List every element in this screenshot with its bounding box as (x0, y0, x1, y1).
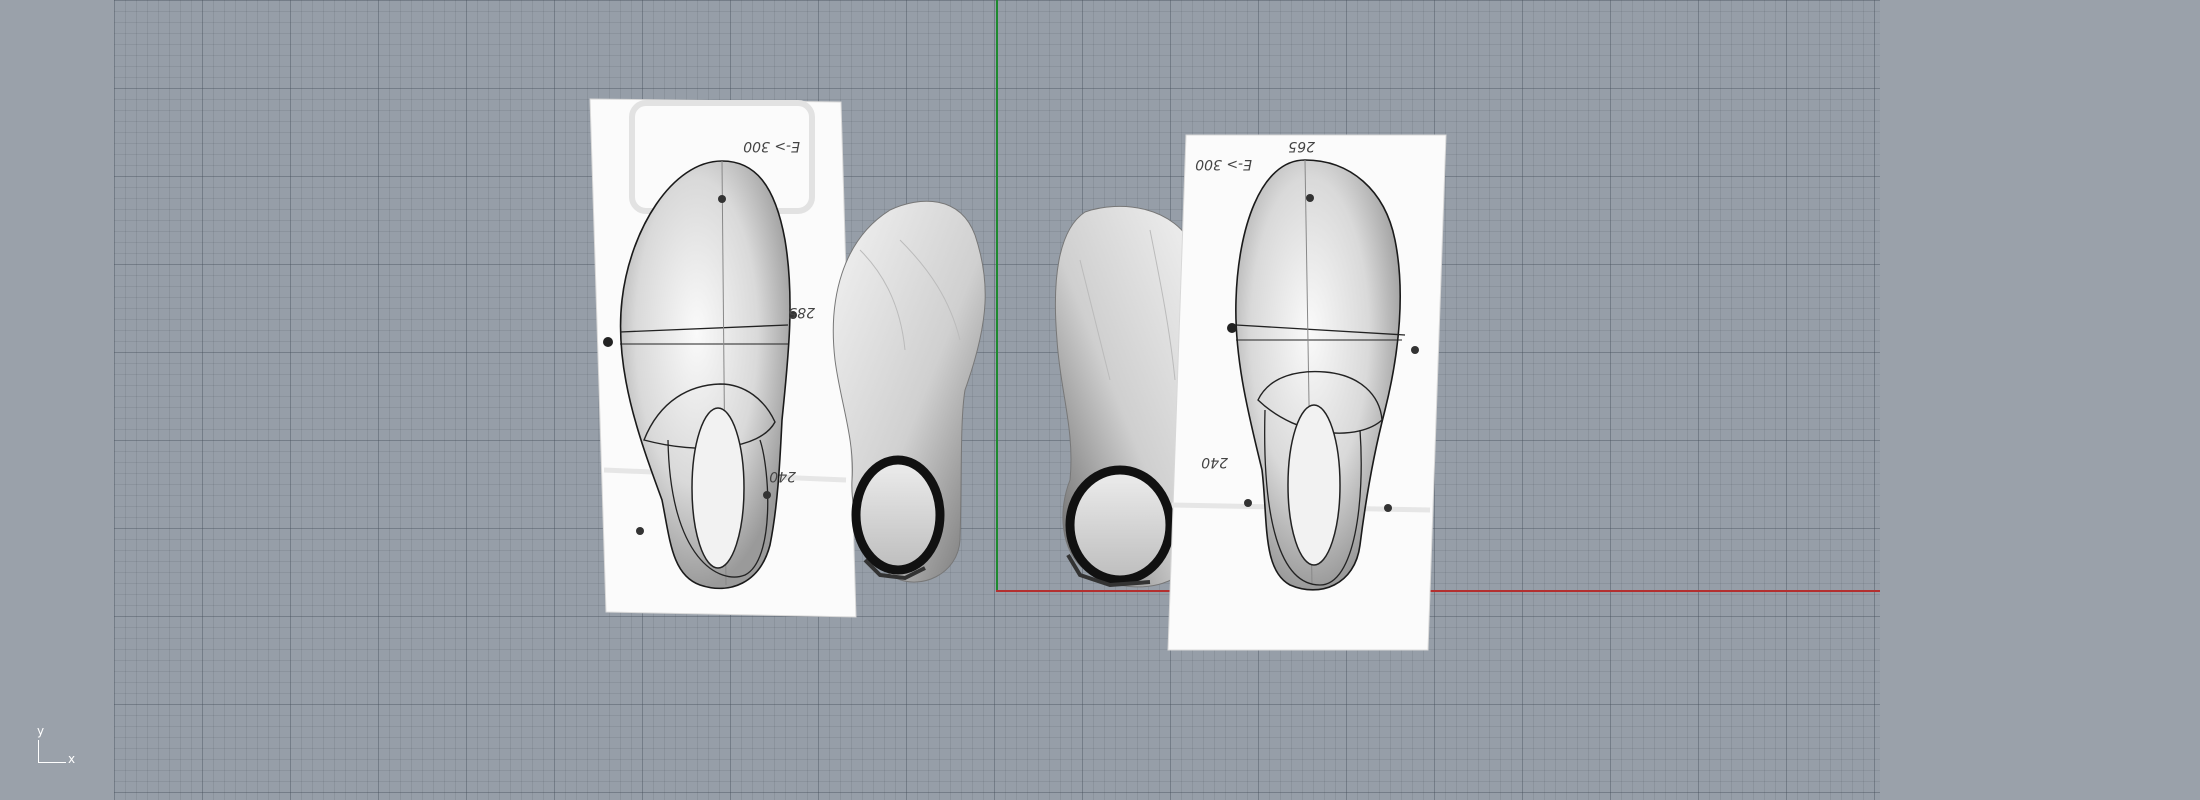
left-foot-scan-mesh[interactable] (832, 200, 986, 583)
scene-objects[interactable]: E-> 300 285 240 E-> 300 265 240 (0, 0, 2200, 800)
left-sheet-annotation-top: E-> 300 (743, 138, 800, 154)
right-last-drawing-sheet[interactable]: E-> 300 265 240 (1167, 134, 1447, 651)
axis-widget-x-label: x (68, 752, 76, 766)
right-sheet-annotation-top2: 265 (1288, 138, 1315, 154)
left-sheet-annotation-low: 240 (769, 468, 796, 484)
axis-widget-x-line (38, 762, 66, 763)
viewport-top[interactable]: E-> 300 285 240 E-> 300 265 240 y x (0, 0, 2200, 800)
right-sheet-annotation-top: E-> 300 (1195, 156, 1252, 172)
left-sheet-annotation-mid: 285 (788, 304, 815, 320)
right-sheet-annotation-low: 240 (1201, 454, 1228, 470)
axis-widget-y-line (38, 740, 39, 762)
left-last-drawing-sheet[interactable]: E-> 300 285 240 (589, 98, 857, 618)
axis-widget-y-label: y (37, 724, 45, 738)
axis-widget: y x (34, 722, 84, 766)
